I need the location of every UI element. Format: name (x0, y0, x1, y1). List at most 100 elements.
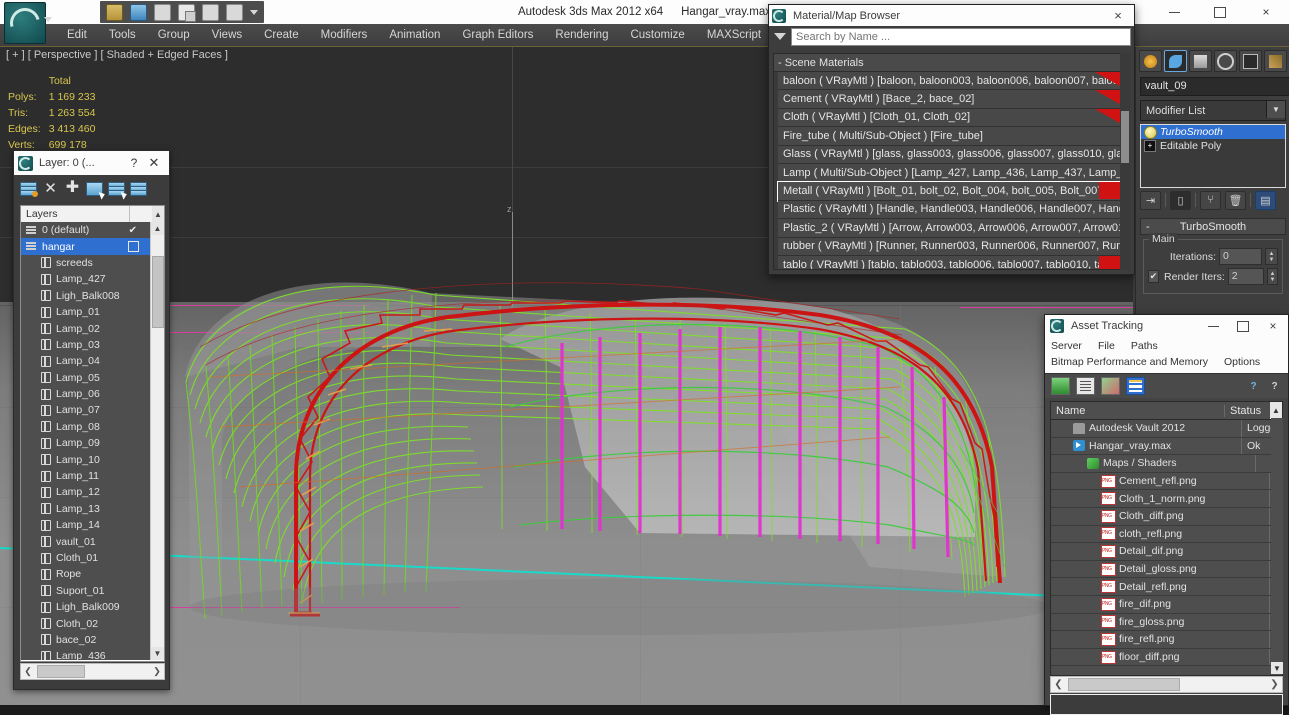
menu-item-rendering[interactable]: Rendering (544, 24, 619, 46)
asset-row[interactable]: fire_gloss.pngFound (1051, 613, 1282, 632)
mmb-material-list[interactable]: - Scene Materials baloon ( VRayMtl ) [ba… (773, 53, 1130, 270)
menu-item-options[interactable]: Options (1224, 356, 1260, 368)
redo-icon[interactable] (226, 3, 243, 21)
layer-row[interactable]: Lamp_13 (21, 501, 151, 517)
menu-item-graph-editors[interactable]: Graph Editors (451, 24, 544, 46)
layer-row[interactable]: Ligh_Balk008 (21, 288, 151, 304)
render-iters-checkbox[interactable]: ✔ (1148, 270, 1160, 283)
mmb-search-row[interactable] (769, 26, 1134, 47)
configure-sets-icon[interactable]: ▤ (1255, 190, 1276, 210)
command-panel-tabs[interactable] (1136, 47, 1289, 75)
layer-row[interactable]: 0 (default) ✔ (21, 222, 151, 238)
modifier-stack-item-turbosmooth[interactable]: TurboSmooth (1141, 125, 1285, 139)
menu-item-edit[interactable]: Edit (56, 24, 98, 46)
select-objects-icon[interactable] (86, 181, 107, 200)
remove-modifier-icon[interactable]: 🗑 (1225, 190, 1246, 210)
column-header-name[interactable]: Name (1051, 405, 1224, 417)
pin-stack-icon[interactable]: ⇥ (1140, 190, 1161, 210)
layer-row[interactable]: Lamp_11 (21, 468, 151, 484)
collapse-icon[interactable]: - (1146, 221, 1150, 233)
modifier-list-dropdown[interactable]: Modifier List ▼ (1140, 100, 1286, 121)
layer-row[interactable]: Cloth_02 (21, 615, 151, 631)
asset-row[interactable]: Detail_refl.pngFound (1051, 578, 1282, 596)
asset-row[interactable]: cloth_refl.pngFound (1051, 525, 1282, 544)
modifier-stack[interactable]: TurboSmooth + Editable Poly (1140, 124, 1286, 188)
h-scrollbar-thumb[interactable] (37, 665, 85, 678)
bulb-icon[interactable] (1144, 125, 1157, 139)
asset-row[interactable]: Detail_gloss.pngFound (1051, 560, 1282, 579)
layer-row[interactable]: Suport_01 (21, 583, 151, 599)
help-grey-icon[interactable]: ? (1267, 379, 1282, 394)
save-file-icon[interactable] (130, 3, 147, 21)
scroll-left-icon[interactable]: ❮ (21, 666, 35, 677)
iterations-value[interactable]: 0 (1219, 248, 1262, 265)
menu-item-server[interactable]: Server (1051, 340, 1082, 352)
layer-row[interactable]: Lamp_07 (21, 402, 151, 418)
material-row[interactable]: tablo ( VRayMtl ) [tablo, tablo003, tabl… (778, 255, 1125, 269)
maximize-button[interactable] (1228, 320, 1258, 332)
layer-row[interactable]: Lamp_06 (21, 386, 151, 402)
copy-icon[interactable] (178, 3, 196, 22)
layer-row[interactable]: hangar (21, 238, 151, 255)
layer-list[interactable]: 0 (default) ✔ hangar screeds Lamp_427 Ligh_Ba… (21, 222, 151, 660)
scroll-right-icon[interactable]: ❯ (150, 666, 164, 677)
iterations-row[interactable]: Iterations: 0 ▲ ▼ (1148, 248, 1278, 265)
asset-horizontal-scrollbar[interactable]: ❮ ❯ (1050, 676, 1283, 693)
minimize-button[interactable] (1198, 325, 1228, 327)
list-view-icon[interactable] (1076, 377, 1095, 395)
menu-item-views[interactable]: Views (201, 24, 253, 46)
asset-row[interactable]: floor_diff.pngFound (1051, 648, 1282, 667)
scroll-down-arrow-icon[interactable]: ▼ (1271, 662, 1283, 674)
asset-row[interactable]: Cloth_1_norm.pngFound (1051, 490, 1282, 508)
quick-access-toolbar[interactable] (100, 1, 264, 23)
add-layer-icon[interactable]: ✚ (64, 179, 81, 196)
column-header-status[interactable]: Status (1224, 404, 1270, 417)
chevron-down-icon[interactable]: ▼ (1266, 101, 1285, 118)
layer-row[interactable]: Lamp_10 (21, 451, 151, 467)
display-tab-icon[interactable] (1239, 50, 1262, 72)
new-layer-icon[interactable] (20, 181, 38, 197)
minimize-button[interactable] (1151, 0, 1197, 24)
scroll-left-icon[interactable]: ❮ (1051, 679, 1066, 690)
make-unique-icon[interactable]: ⑂ (1200, 190, 1221, 210)
layer-row[interactable]: Ligh_Balk009 (21, 599, 151, 615)
modifier-stack-toolbar[interactable]: ⇥ ▯ ⑂ 🗑 ▤ (1140, 190, 1286, 210)
help-button[interactable]: ? (125, 156, 143, 170)
menu-item-group[interactable]: Group (147, 24, 201, 46)
layer-row[interactable]: vault_01 (21, 533, 151, 549)
mmb-scrollbar[interactable] (1120, 53, 1130, 270)
close-button[interactable]: × (1243, 0, 1289, 24)
layer-row[interactable]: Lamp_09 (21, 435, 151, 451)
grid-view-icon[interactable] (1126, 377, 1145, 395)
show-end-result-icon[interactable]: ▯ (1170, 190, 1191, 210)
asset-row[interactable]: Cement_refl.pngFound (1051, 472, 1282, 491)
scroll-up-icon[interactable]: ▲ (1270, 402, 1282, 419)
scene-materials-group-header[interactable]: - Scene Materials (774, 54, 1129, 72)
layer-row[interactable]: screeds (21, 255, 151, 271)
menu-item-customize[interactable]: Customize (619, 24, 695, 46)
maximize-button[interactable] (1197, 0, 1243, 24)
delete-layer-icon[interactable]: ✕ (42, 181, 59, 196)
asset-row[interactable]: Detail_dif.pngFound (1051, 543, 1282, 561)
material-row[interactable]: Glass ( VRayMtl ) [glass, glass003, glas… (778, 145, 1125, 164)
asset-row[interactable]: Autodesk Vault 2012Logged O (1051, 420, 1282, 438)
layer-row[interactable]: Lamp_436 (21, 648, 151, 660)
asset-tracking-toolbar[interactable]: ? ? (1045, 373, 1288, 398)
layer-list-scrollbar[interactable]: ▲ ▼ (150, 222, 164, 660)
menu-item-modifiers[interactable]: Modifiers (310, 24, 379, 46)
window-controls[interactable]: × (1151, 0, 1289, 24)
menu-item-bitmap-performance[interactable]: Bitmap Performance and Memory (1051, 356, 1208, 368)
vault-green-icon[interactable] (1051, 377, 1070, 395)
scroll-right-icon[interactable]: ❯ (1267, 679, 1282, 690)
scrollbar-thumb[interactable] (1121, 111, 1129, 163)
asset-list-grid[interactable]: Name Status ▲ Autodesk Vault 2012 Logged … (1050, 401, 1283, 676)
layer-row[interactable]: Lamp_04 (21, 353, 151, 369)
chevron-down-icon[interactable] (774, 33, 786, 40)
layer-row[interactable]: Lamp_01 (21, 304, 151, 320)
modifier-stack-item-editable-poly[interactable]: + Editable Poly (1141, 139, 1285, 153)
layer-row[interactable]: bace_02 (21, 632, 151, 648)
menu-item-file[interactable]: File (1098, 340, 1115, 352)
motion-tab-icon[interactable] (1214, 50, 1237, 72)
scrollbar-thumb[interactable] (152, 256, 164, 328)
new-scene-icon[interactable] (154, 3, 171, 21)
